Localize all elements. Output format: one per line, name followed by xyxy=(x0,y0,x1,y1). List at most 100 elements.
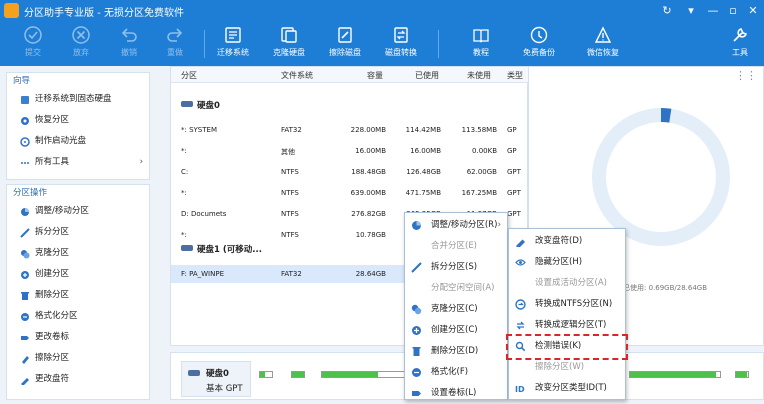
split-icon xyxy=(411,262,422,273)
partition-block[interactable] xyxy=(735,371,749,378)
clone-disk-button[interactable]: 克隆硬盘 xyxy=(266,24,312,64)
refresh-button[interactable]: ↻ xyxy=(656,3,678,19)
disk-icon xyxy=(188,370,200,376)
table-row[interactable]: C: NTFS 188.48GB 126.48GB 62.00GB GPT xyxy=(171,163,529,181)
wipe-disk-icon xyxy=(338,27,352,43)
menu-item[interactable]: 改变盘符(D) xyxy=(509,231,625,252)
hide-icon xyxy=(515,259,526,266)
migrate-ssd-icon xyxy=(21,96,29,104)
close-button[interactable]: ✕ xyxy=(742,3,764,19)
maximize-button[interactable]: ▫ xyxy=(722,3,744,19)
drive-letter-icon xyxy=(516,239,525,247)
context-menu: 调整/移动分区(R) › 合并分区(E) 拆分分区(S) 分配空闲空间(A) 克隆分区(C… xyxy=(404,212,508,400)
sidebar-item-resize[interactable]: 调整/移动分区 xyxy=(7,201,149,222)
menu-item[interactable]: 隐藏分区(H) xyxy=(509,252,625,273)
disk-map-disk0[interactable]: 硬盘0 基本 GPT xyxy=(181,361,251,397)
cell-fs: NTFS xyxy=(281,210,299,218)
undo-button[interactable]: 撤销 xyxy=(106,24,152,64)
tools-button[interactable]: 工具 xyxy=(718,24,762,64)
cell-capacity: 228.00MB xyxy=(350,126,386,134)
sidebar-item-boot-disc[interactable]: 制作启动光盘 xyxy=(7,131,149,152)
cell-fs: NTFS xyxy=(281,231,299,239)
partition-block[interactable] xyxy=(629,371,721,378)
menu-item-label: 改变盘符(D) xyxy=(535,236,583,246)
menu-item[interactable]: 转换成NTFS分区(N) xyxy=(509,294,625,315)
sidebar-item-create[interactable]: 创建分区 xyxy=(7,264,149,285)
wipe-disk-button[interactable]: 擦除磁盘 xyxy=(322,24,368,64)
menu-item[interactable]: 合并分区(E) xyxy=(405,236,507,257)
menu-item[interactable]: 拆分分区(S) xyxy=(405,257,507,278)
cell-partition: *: SYSTEM xyxy=(181,126,217,134)
menu-item[interactable]: 分配空闲空间(A) xyxy=(405,278,507,299)
disk-icon xyxy=(181,245,193,251)
capacity-caption: 已使用: 0.69GB/28.64GB xyxy=(623,284,708,292)
cell-partition: *: xyxy=(181,147,187,155)
clone-icon xyxy=(411,304,422,315)
partition-block[interactable] xyxy=(259,371,273,378)
cell-partition: F: PA_WINPE xyxy=(181,270,224,278)
disk1-header[interactable]: 硬盘1 (可移动... xyxy=(181,243,262,255)
sidebar-item-delete[interactable]: 删除分区 xyxy=(7,285,149,306)
col-type: 类型 xyxy=(507,71,523,80)
cell-type: GP xyxy=(507,147,517,155)
format-icon xyxy=(412,368,421,377)
cell-used: 126.48GB xyxy=(406,168,441,176)
col-filesystem: 文件系统 xyxy=(281,71,313,80)
menu-item[interactable]: 设置卷标(L) xyxy=(405,383,507,404)
menu-item[interactable]: 格式化(F) xyxy=(405,362,507,383)
backup-icon xyxy=(530,26,548,44)
free-backup-button[interactable]: 免费备份 xyxy=(516,24,562,64)
migrate-system-button[interactable]: 迁移系统 xyxy=(210,24,256,64)
menu-dropdown-button[interactable]: ▾ xyxy=(680,3,702,19)
context-submenu: 改变盘符(D) 隐藏分区(H) 设置成活动分区(A) 转换成NTFS分区(N) 转换成逻… xyxy=(508,228,626,400)
minimize-button[interactable]: — xyxy=(702,3,724,19)
tutorial-button[interactable]: 教程 xyxy=(458,24,504,64)
disk0-header[interactable]: 硬盘0 xyxy=(181,99,220,111)
sidebar-item-erase[interactable]: 擦除分区 xyxy=(7,348,149,369)
label-icon xyxy=(21,336,29,340)
highlight-box xyxy=(506,334,628,360)
table-row[interactable]: *: NTFS 639.00MB 471.75MB 167.25MB GPT xyxy=(171,184,529,202)
menu-item[interactable]: 擦除分区(W) xyxy=(509,357,625,378)
chevron-right-icon: › xyxy=(497,220,501,230)
sidebar-item-format[interactable]: 格式化分区 xyxy=(7,306,149,327)
sidebar-item-clone[interactable]: 克隆分区 xyxy=(7,243,149,264)
menu-item[interactable]: 删除分区(D) xyxy=(405,341,507,362)
redo-icon xyxy=(167,28,183,42)
sidebar-item-recover-partition[interactable]: 恢复分区 xyxy=(7,110,149,131)
disk-icon xyxy=(181,101,193,107)
svg-text:ID: ID xyxy=(515,385,525,394)
menu-item[interactable]: ID 改变分区类型ID(T) xyxy=(509,378,625,399)
menu-item[interactable]: 调整/移动分区(R) › xyxy=(405,215,507,236)
sidebar-item-label[interactable]: 更改卷标 xyxy=(7,327,149,348)
sidebar-item-all-tools[interactable]: 所有工具 › xyxy=(7,152,149,173)
table-row[interactable]: *: SYSTEM FAT32 228.00MB 114.42MB 113.58MB GP xyxy=(171,121,529,139)
grid-view-icon[interactable]: ⋮⋮ xyxy=(735,69,757,82)
menu-item[interactable]: 克隆分区(C) xyxy=(405,299,507,320)
split-icon xyxy=(20,228,30,238)
col-partition: 分区 xyxy=(181,71,197,80)
wechat-restore-button[interactable]: 微信恢复 xyxy=(580,24,626,64)
resize-icon xyxy=(412,221,421,230)
convert-disk-button[interactable]: 磁盘转换 xyxy=(378,24,424,64)
menu-item-label: 删除分区(D) xyxy=(431,346,479,356)
menu-item[interactable]: 转换成逻辑分区(T) xyxy=(509,315,625,336)
cell-partition: D: Documets xyxy=(181,210,227,218)
cell-fs: NTFS xyxy=(281,168,299,176)
sidebar-item-migrate-ssd[interactable]: 迁移系统到固态硬盘 xyxy=(7,89,149,110)
menu-item[interactable]: 设置成活动分区(A) xyxy=(509,273,625,294)
partition-block[interactable] xyxy=(291,371,305,378)
commit-button[interactable]: 提交 xyxy=(10,24,56,64)
create-icon xyxy=(21,271,29,279)
menu-item[interactable]: 创建分区(C) xyxy=(405,320,507,341)
table-row[interactable]: *: 其他 16.00MB 16.00MB 0.00KB GP xyxy=(171,142,529,160)
menu-item-label: 拆分分区(S) xyxy=(431,262,478,272)
sidebar-item-drive-letter[interactable]: 更改盘符 xyxy=(7,369,149,390)
col-unused: 未使用 xyxy=(467,71,491,80)
partition-block[interactable] xyxy=(321,371,407,378)
discard-button[interactable]: 放弃 xyxy=(58,24,104,64)
sidebar-item-split[interactable]: 拆分分区 xyxy=(7,222,149,243)
sidebar: 向导 迁移系统到固态硬盘 恢复分区 制作启动光盘 所有工具 › 分区操作 调整/… xyxy=(0,66,150,400)
redo-button[interactable]: 重做 xyxy=(152,24,198,64)
clone-icon xyxy=(21,250,30,259)
